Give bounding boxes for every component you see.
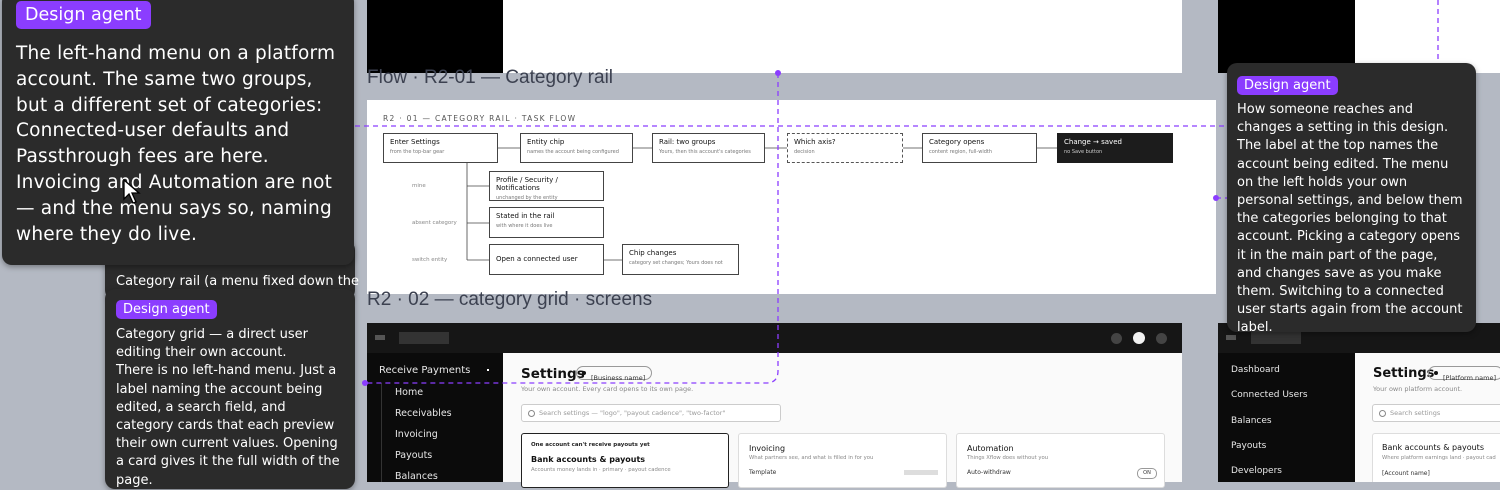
connector-dot — [1213, 195, 1219, 201]
mouse-cursor-icon — [123, 179, 141, 204]
annotation-bubble-grid[interactable]: Design agent Category grid — a direct us… — [105, 289, 355, 489]
bubble-peek-text: Category rail (a menu fixed down the — [116, 274, 360, 289]
bubble-text: The left-hand menu on a platform account… — [16, 43, 336, 245]
connector-dot — [362, 380, 368, 386]
connector-dot — [775, 70, 781, 76]
annotation-bubble-platform-menu[interactable]: Design agent The left-hand menu on a pla… — [2, 0, 354, 265]
annotation-bubble-task-flow[interactable]: Design agent How someone reaches and cha… — [1227, 63, 1476, 335]
design-agent-badge: Design agent — [16, 1, 151, 29]
design-agent-badge: Design agent — [1237, 76, 1338, 95]
bubble-text: How someone reaches and changes a settin… — [1237, 102, 1463, 336]
bubble-text: Category grid — a direct user editing th… — [116, 327, 340, 488]
design-agent-badge: Design agent — [116, 300, 217, 319]
